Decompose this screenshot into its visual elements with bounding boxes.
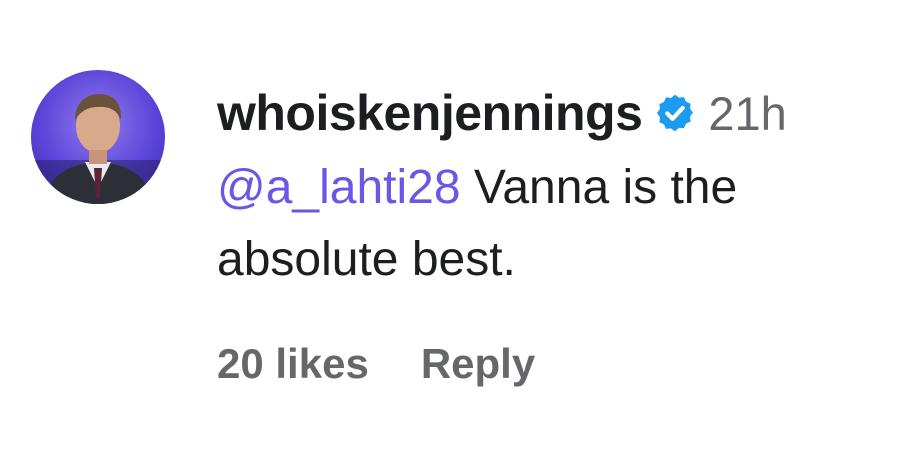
likes-count[interactable]: 20 likes [217, 340, 369, 388]
mention-link[interactable]: @a_lahti28 [217, 161, 461, 214]
username-link[interactable]: whoiskenjennings [217, 84, 643, 142]
verified-badge-icon [654, 92, 696, 134]
comment-header: whoiskenjennings 21h [217, 76, 877, 150]
avatar[interactable] [31, 70, 165, 204]
comment-timestamp[interactable]: 21h [708, 86, 786, 141]
avatar-portrait-icon [31, 94, 165, 204]
comment-text: @a_lahti28 Vanna is the absolute best. [217, 152, 857, 296]
reply-button[interactable]: Reply [421, 340, 535, 388]
comment: whoiskenjennings 21h @a_lahti28 Vanna is… [0, 0, 900, 460]
comment-actions: 20 likes Reply [217, 340, 535, 388]
comment-body: whoiskenjennings 21h @a_lahti28 Vanna is… [217, 76, 877, 296]
